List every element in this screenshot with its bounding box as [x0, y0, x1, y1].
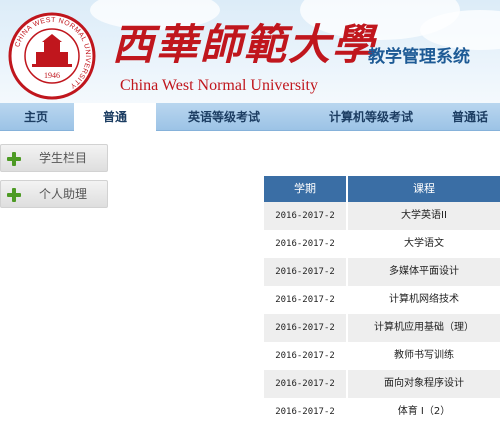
course-cell: 教师书写训练 — [348, 342, 500, 370]
course-cell: 计算机应用基础（理） — [348, 314, 500, 342]
term-cell: 2016-2017-2 — [264, 342, 346, 370]
system-title: 教学管理系统 — [368, 47, 470, 67]
table-row: 2016-2017-2 体育 I（2） — [264, 398, 500, 424]
sidebar-item-label: 个人助理 — [39, 187, 88, 201]
course-cell: 多媒体平面设计 — [348, 258, 500, 286]
course-table: 学期 课程 2016-2017-2 大学英语II 2016-2017-2 大学语… — [262, 176, 500, 424]
course-cell: 大学语文 — [348, 230, 500, 258]
table-row: 2016-2017-2 大学英语II — [264, 202, 500, 230]
table-row: 2016-2017-2 大学语文 — [264, 230, 500, 258]
table-header-row: 学期 课程 — [264, 176, 500, 202]
table-row: 2016-2017-2 计算机网络技术 — [264, 286, 500, 314]
plus-icon — [7, 152, 21, 166]
main-nav-bar: 主页 普通 英语等级考试 计算机等级考试 普通话 — [0, 103, 500, 132]
nav-tab-home[interactable]: 主页 — [0, 103, 72, 131]
course-cell: 大学英语II — [348, 202, 500, 230]
column-header-term: 学期 — [264, 176, 346, 202]
nav-tab-mandarin[interactable]: 普通话 — [452, 103, 500, 131]
sidebar-item-personal-assistant[interactable]: 个人助理 — [0, 180, 108, 208]
university-name-english: China West Normal University — [120, 77, 318, 94]
term-cell: 2016-2017-2 — [264, 230, 346, 258]
term-cell: 2016-2017-2 — [264, 314, 346, 342]
university-name-chinese: 西華師範大學 — [112, 20, 377, 69]
nav-tab-english-exam[interactable]: 英语等级考试 — [170, 103, 278, 131]
course-cell: 计算机网络技术 — [348, 286, 500, 314]
term-cell: 2016-2017-2 — [264, 202, 346, 230]
plus-icon — [7, 188, 21, 202]
sidebar-item-student-section[interactable]: 学生栏目 — [0, 144, 108, 172]
term-cell: 2016-2017-2 — [264, 398, 346, 424]
table-row: 2016-2017-2 教师书写训练 — [264, 342, 500, 370]
term-cell: 2016-2017-2 — [264, 286, 346, 314]
table-row: 2016-2017-2 计算机应用基础（理） — [264, 314, 500, 342]
header-banner: CHINA WEST NORMAL UNIVERSITY 1946 西華師範大學… — [0, 0, 500, 103]
seal-year: 1946 — [44, 71, 60, 80]
term-cell: 2016-2017-2 — [264, 258, 346, 286]
course-cell: 面向对象程序设计 — [348, 370, 500, 398]
sidebar-item-label: 学生栏目 — [39, 151, 88, 165]
university-seal-logo: CHINA WEST NORMAL UNIVERSITY 1946 — [8, 12, 96, 100]
column-header-course: 课程 — [348, 176, 500, 202]
nav-tab-computer-exam[interactable]: 计算机等级考试 — [308, 103, 434, 131]
term-cell: 2016-2017-2 — [264, 370, 346, 398]
nav-tab-general[interactable]: 普通 — [74, 103, 156, 132]
table-row: 2016-2017-2 面向对象程序设计 — [264, 370, 500, 398]
course-cell: 体育 I（2） — [348, 398, 500, 424]
table-row: 2016-2017-2 多媒体平面设计 — [264, 258, 500, 286]
